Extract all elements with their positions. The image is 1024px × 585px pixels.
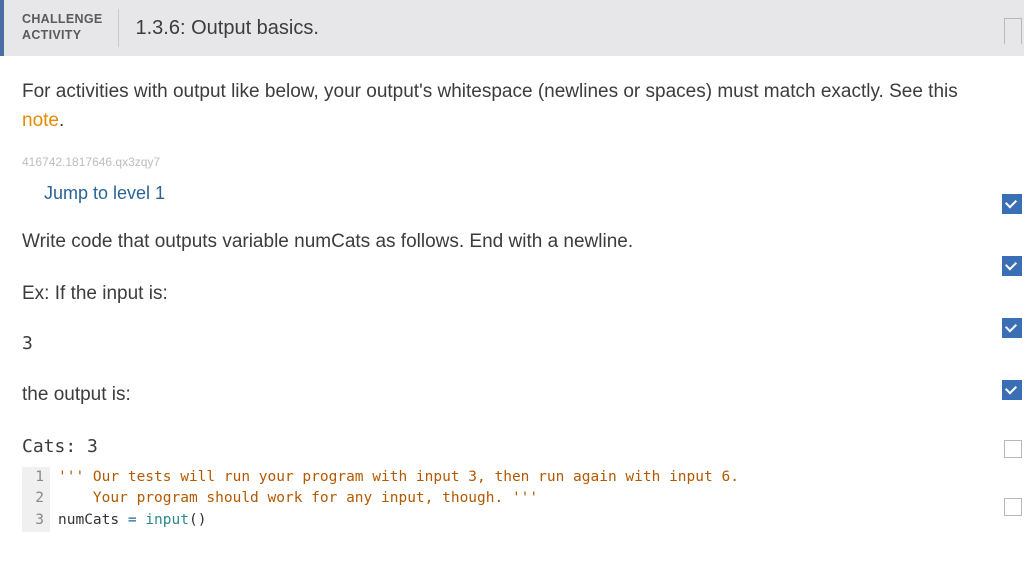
content-area: For activities with output like below, y… [0,56,1024,532]
empty-box-icon[interactable] [1004,498,1022,516]
bookmark-icon[interactable] [1004,18,1022,44]
side-badges [1002,194,1022,400]
intro-text: For activities with output like below, y… [22,78,1002,135]
ex-output-label: the output is: [22,384,1002,406]
ex-input-label: Ex: If the input is: [22,283,1002,305]
challenge-header: CHALLENGE ACTIVITY 1.3.6: Output basics. [0,0,1024,56]
side-boxes [1004,440,1022,516]
jump-to-level-link[interactable]: Jump to level 1 [44,183,165,204]
check-icon[interactable] [1002,194,1022,214]
line-number: 2 [22,488,50,510]
note-link[interactable]: note [22,110,59,131]
intro-text-part2: . [59,110,64,131]
tracking-id: 416742.1817646.qx3zqy7 [22,155,1002,169]
line-number: 1 [22,467,50,489]
code-line[interactable]: 1''' Our tests will run your program wit… [22,467,1002,489]
code-content[interactable]: numCats = input() [50,510,206,532]
check-icon[interactable] [1002,380,1022,400]
code-editor[interactable]: 1''' Our tests will run your program wit… [22,467,1002,532]
challenge-title: 1.3.6: Output basics. [119,17,318,40]
intro-text-part1: For activities with output like below, y… [22,81,958,102]
code-line[interactable]: 2 Your program should work for any input… [22,488,1002,510]
code-content[interactable]: ''' Our tests will run your program with… [50,467,739,489]
check-icon[interactable] [1002,318,1022,338]
ex-output-value: Cats: 3 [22,436,1002,457]
challenge-label-line2: ACTIVITY [22,28,102,44]
instruction-text: Write code that outputs variable numCats… [22,228,1002,257]
check-icon[interactable] [1002,256,1022,276]
code-line[interactable]: 3numCats = input() [22,510,1002,532]
ex-input-value: 3 [22,333,1002,354]
empty-box-icon[interactable] [1004,440,1022,458]
challenge-label-line1: CHALLENGE [22,12,102,28]
challenge-activity-label: CHALLENGE ACTIVITY [22,9,119,47]
line-number: 3 [22,510,50,532]
code-content[interactable]: Your program should work for any input, … [50,488,538,510]
